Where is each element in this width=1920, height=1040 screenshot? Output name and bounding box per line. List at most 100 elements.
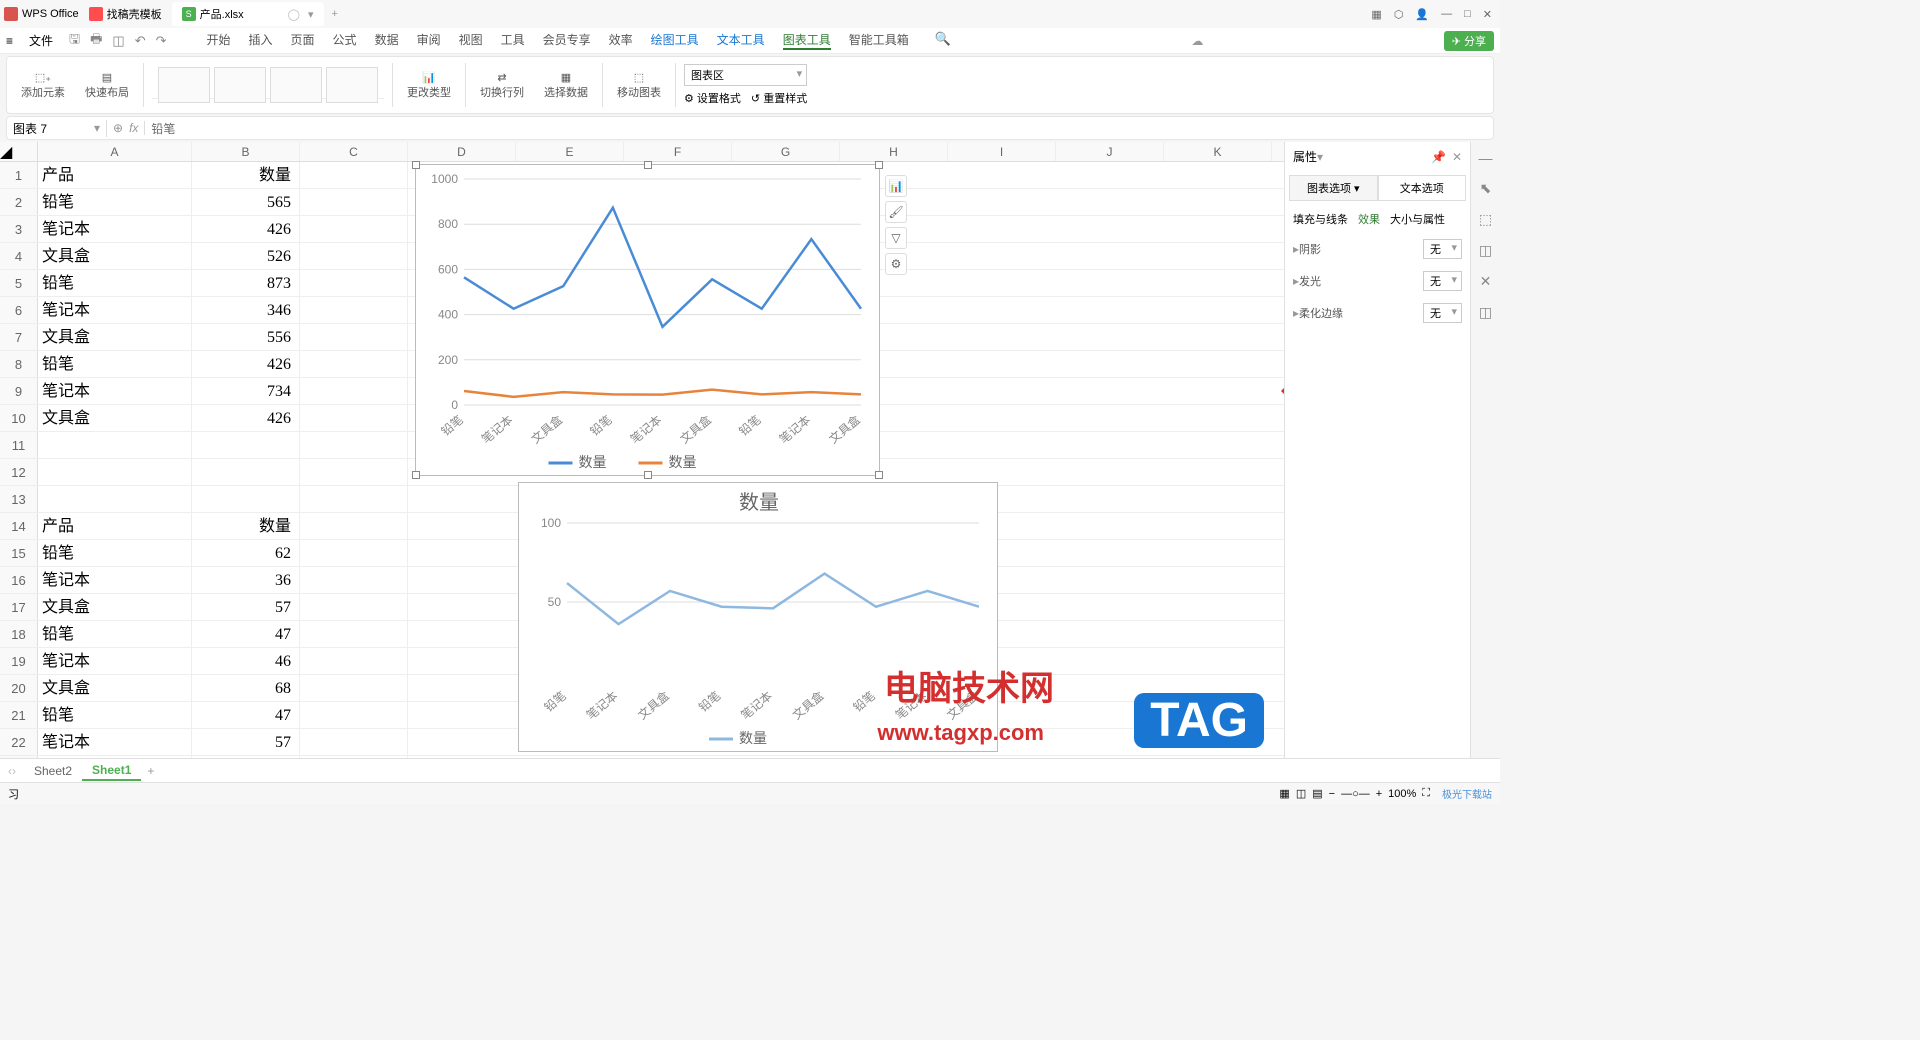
spreadsheet[interactable]: ◢ A B C D E F G H I J K 1 产品 数量 2 铅笔 565…: [0, 142, 1284, 758]
tab-template[interactable]: 找稿壳模板: [79, 2, 172, 26]
tab-charttool[interactable]: 图表工具: [783, 31, 831, 50]
tab-smarttool[interactable]: 智能工具箱: [849, 31, 909, 50]
cell[interactable]: [300, 297, 408, 323]
col-header[interactable]: K: [1164, 142, 1272, 161]
row-header[interactable]: 15: [0, 540, 38, 566]
undo-icon[interactable]: ↶: [135, 33, 146, 49]
move-chart-button[interactable]: ⬚ 移动图表: [611, 71, 667, 100]
cell[interactable]: 铅笔: [38, 270, 192, 296]
cell[interactable]: 文具盒: [38, 243, 192, 269]
cell[interactable]: [300, 378, 408, 404]
row-header[interactable]: 23: [0, 756, 38, 758]
cell[interactable]: [38, 432, 192, 458]
cell[interactable]: [300, 567, 408, 593]
chart-style-icon[interactable]: 🖌: [885, 201, 907, 223]
new-tab-button[interactable]: +: [332, 8, 338, 20]
fullscreen-icon[interactable]: ⛶: [1422, 787, 1430, 800]
tab-start[interactable]: 开始: [207, 31, 231, 50]
chart-element-dropdown[interactable]: 图表区: [684, 64, 807, 86]
cell[interactable]: 铅笔: [38, 189, 192, 215]
close-button[interactable]: ✕: [1483, 8, 1492, 21]
search-icon[interactable]: 🔍: [935, 31, 951, 50]
layers-icon[interactable]: ◫: [1479, 242, 1492, 259]
cell[interactable]: 文具盒: [38, 594, 192, 620]
cloud-icon[interactable]: ☁: [1191, 34, 1203, 48]
row-header[interactable]: 22: [0, 729, 38, 755]
sub-size[interactable]: 大小与属性: [1390, 211, 1445, 227]
cell[interactable]: 556: [192, 324, 300, 350]
cell[interactable]: [300, 162, 408, 188]
cell[interactable]: 426: [192, 405, 300, 431]
row-header[interactable]: 19: [0, 648, 38, 674]
view-break-icon[interactable]: ▤: [1312, 787, 1322, 800]
cell[interactable]: [192, 432, 300, 458]
cell[interactable]: 346: [192, 297, 300, 323]
zoom-level[interactable]: 100%: [1388, 788, 1416, 800]
row-header[interactable]: 13: [0, 486, 38, 512]
row-header[interactable]: 4: [0, 243, 38, 269]
print-icon[interactable]: 🖶: [90, 30, 102, 52]
row-header[interactable]: 6: [0, 297, 38, 323]
row-header[interactable]: 20: [0, 675, 38, 701]
cell[interactable]: [300, 540, 408, 566]
col-header[interactable]: G: [732, 142, 840, 161]
cell[interactable]: 426: [192, 216, 300, 242]
file-menu[interactable]: 文件: [23, 30, 59, 51]
cell[interactable]: 产品: [38, 513, 192, 539]
tab-formula[interactable]: 公式: [333, 31, 357, 50]
cell[interactable]: 笔记本: [38, 297, 192, 323]
col-header[interactable]: H: [840, 142, 948, 161]
cell[interactable]: 47: [192, 621, 300, 647]
fx-label[interactable]: fx: [129, 121, 138, 135]
quick-layout-button[interactable]: ▤ 快速布局: [79, 71, 135, 100]
tab-insert[interactable]: 插入: [249, 31, 273, 50]
col-header[interactable]: C: [300, 142, 408, 161]
shadow-select[interactable]: 无: [1423, 239, 1462, 259]
chart-style-3[interactable]: [270, 67, 322, 103]
col-header[interactable]: A: [38, 142, 192, 161]
preview-icon[interactable]: ◫: [112, 33, 124, 49]
cell[interactable]: 36: [192, 567, 300, 593]
cell[interactable]: [300, 189, 408, 215]
cell[interactable]: [192, 486, 300, 512]
cell[interactable]: [300, 648, 408, 674]
tab-text-options[interactable]: 文本选项: [1378, 175, 1467, 201]
col-header[interactable]: F: [624, 142, 732, 161]
row-header[interactable]: 9: [0, 378, 38, 404]
add-sheet-button[interactable]: +: [147, 764, 154, 778]
cell[interactable]: 铅笔: [38, 702, 192, 728]
cell[interactable]: 铅笔: [38, 540, 192, 566]
row-header[interactable]: 8: [0, 351, 38, 377]
cell[interactable]: 565: [192, 189, 300, 215]
chart-styles[interactable]: [152, 72, 384, 99]
tab-member[interactable]: 会员专享: [543, 31, 591, 50]
cell[interactable]: 47: [192, 702, 300, 728]
tab-drawtool[interactable]: 绘图工具: [651, 31, 699, 50]
cell[interactable]: [300, 432, 408, 458]
history-icon[interactable]: ◫: [1479, 304, 1492, 321]
cell[interactable]: [38, 486, 192, 512]
redo-icon[interactable]: ↷: [156, 33, 167, 49]
row-header[interactable]: 21: [0, 702, 38, 728]
tab-page[interactable]: 页面: [291, 31, 315, 50]
view-normal-icon[interactable]: ▦: [1279, 787, 1289, 800]
expand-icon[interactable]: ⊕: [113, 121, 123, 135]
link-icon[interactable]: ✕: [1480, 273, 1492, 290]
row-header[interactable]: 10: [0, 405, 38, 431]
chart-style-2[interactable]: [214, 67, 266, 103]
name-box[interactable]: 图表 7: [7, 120, 107, 137]
tab-file[interactable]: S 产品.xlsx ◯ ▾: [172, 2, 324, 26]
swap-button[interactable]: ⇄ 切换行列: [474, 71, 530, 100]
tab-data[interactable]: 数据: [375, 31, 399, 50]
cell[interactable]: [300, 594, 408, 620]
avatar-icon[interactable]: 👤: [1415, 8, 1429, 21]
cell[interactable]: 铅笔: [38, 621, 192, 647]
col-header[interactable]: E: [516, 142, 624, 161]
cell[interactable]: 文具盒: [38, 675, 192, 701]
cell[interactable]: 873: [192, 270, 300, 296]
cell[interactable]: [300, 270, 408, 296]
cell[interactable]: [38, 459, 192, 485]
tab-close-icon[interactable]: ▾: [308, 8, 314, 21]
cell[interactable]: 笔记本: [38, 648, 192, 674]
cell[interactable]: [300, 702, 408, 728]
